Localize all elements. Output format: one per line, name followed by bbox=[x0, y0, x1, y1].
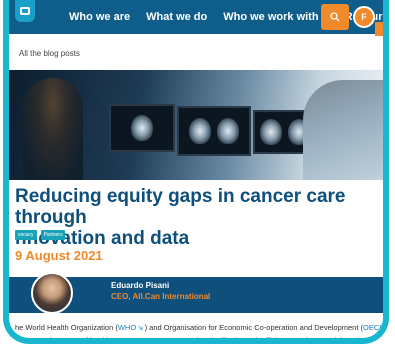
side-chip bbox=[375, 22, 383, 36]
article-title-line-2: nnovation and data bbox=[15, 228, 190, 249]
tag-list: vocacy Partners bbox=[15, 230, 69, 240]
publish-date: 9 August 2021 bbox=[15, 248, 103, 263]
body-line-2: ise, more than 20% of healthcare resourc… bbox=[15, 336, 363, 344]
hero-image bbox=[9, 70, 383, 180]
nav-item-who-we-are[interactable]: Who we are bbox=[69, 11, 130, 23]
tag-advocacy[interactable]: vocacy bbox=[15, 230, 37, 240]
hero-person-right bbox=[303, 80, 383, 180]
search-icon bbox=[330, 12, 340, 22]
nav-item-who-we-work-with[interactable]: Who we work with bbox=[223, 11, 318, 23]
language-switch[interactable]: F bbox=[353, 6, 375, 28]
nav-actions: F bbox=[321, 0, 375, 34]
hero-person-left bbox=[23, 78, 83, 180]
author-avatar bbox=[31, 272, 73, 314]
who-link[interactable]: WHO bbox=[118, 323, 136, 332]
tag-partners[interactable]: Partners bbox=[40, 230, 66, 240]
screenshot-frame: Who we are What we do Who we work with R… bbox=[3, 0, 389, 344]
breadcrumb-link[interactable]: All the blog posts bbox=[19, 49, 80, 58]
article-body: he World Health Organization (WHO ⇲ ) an… bbox=[15, 322, 389, 344]
top-navigation: Who we are What we do Who we work with R… bbox=[9, 0, 383, 34]
article-title: Reducing equity gaps in cancer care thro… bbox=[15, 186, 383, 249]
hero-monitor-left bbox=[109, 104, 175, 152]
author-name: Eduardo Pisani bbox=[111, 281, 170, 290]
body-text-segment: ) and Organisation for Economic Co-opera… bbox=[144, 323, 364, 332]
body-line-1: he World Health Organization (WHO ⇲ ) an… bbox=[15, 322, 389, 335]
oecd-link[interactable]: OECD bbox=[363, 323, 383, 332]
author-role: CEO, All.Can International bbox=[111, 292, 211, 301]
external-link-icon: ⇲ bbox=[385, 326, 389, 332]
search-button[interactable] bbox=[321, 4, 349, 30]
nav-item-what-we-do[interactable]: What we do bbox=[146, 11, 207, 23]
article-title-line-1: Reducing equity gaps in cancer care thro… bbox=[15, 186, 346, 228]
body-text-segment: he World Health Organization ( bbox=[15, 323, 118, 332]
hero-monitor-center bbox=[177, 106, 251, 156]
external-link-icon: ⇲ bbox=[136, 326, 145, 332]
logo[interactable] bbox=[15, 0, 35, 22]
